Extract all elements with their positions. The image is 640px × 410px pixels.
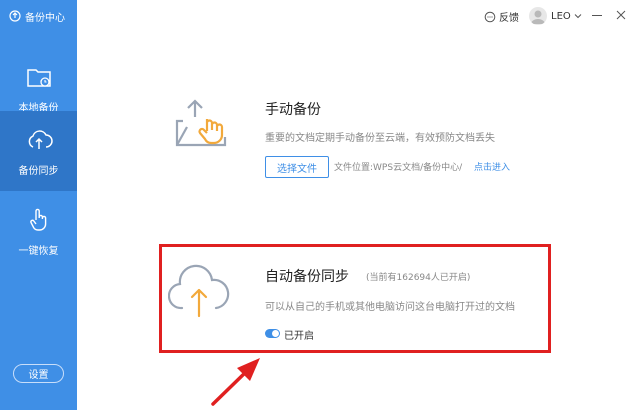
file-location-label: 文件位置:WPS云文档/备份中心/ [334, 163, 463, 173]
sidebar-item-backup-sync[interactable]: 备份同步 [0, 111, 77, 191]
manual-backup-title: 手动备份 [265, 102, 321, 118]
hand-tap-icon [29, 208, 46, 231]
feedback-label: 反馈 [499, 13, 519, 24]
chevron-down-icon [574, 14, 582, 19]
feedback-button[interactable]: 反馈 [484, 9, 519, 24]
minimize-icon[interactable] [590, 8, 604, 22]
manual-upload-hand-icon [175, 99, 227, 147]
choose-file-button[interactable]: 选择文件 [265, 156, 329, 178]
app-title: 备份中心 [25, 12, 65, 24]
cloud-upload-icon [28, 129, 53, 149]
close-icon[interactable] [614, 8, 628, 22]
manual-backup-description: 重要的文档定期手动备份至云端，有效预防文档丢失 [265, 133, 495, 144]
folder-clock-icon [26, 68, 51, 87]
auto-backup-description: 可以从自己的手机或其他电脑访问这台电脑打开过的文档 [265, 302, 515, 313]
open-location-link[interactable]: 点击进入 [474, 160, 510, 173]
title-bar: 反馈 LEO [77, 0, 640, 32]
red-arrow-annotation-icon [211, 358, 260, 406]
backup-center-icon [9, 10, 21, 22]
user-name: LEO [551, 10, 571, 22]
enabled-users-count: (当前有162694人已开启) [366, 273, 471, 283]
user-avatar-icon [531, 10, 545, 24]
avatar [529, 7, 547, 25]
app-brand: 备份中心 [0, 0, 77, 32]
settings-button[interactable]: 设置 [13, 364, 64, 383]
main-content: 手动备份 重要的文档定期手动备份至云端，有效预防文档丢失 选择文件 文件位置:W… [77, 32, 640, 410]
cloud-upload-illustration-icon [168, 264, 230, 318]
sidebar-item-label: 备份同步 [18, 165, 59, 177]
auto-backup-title: 自动备份同步 [265, 269, 349, 285]
user-menu[interactable]: LEO [529, 7, 582, 25]
auto-backup-toggle[interactable] [265, 329, 280, 338]
toggle-status-label: 已开启 [284, 331, 314, 342]
sidebar-item-one-click-restore[interactable]: 一键恢复 [0, 191, 77, 271]
sidebar: 备份中心 本地备份 备份同步 一键恢复 设置 [0, 0, 77, 410]
chat-bubble-icon [484, 11, 496, 22]
sidebar-item-label: 一键恢复 [18, 245, 59, 257]
